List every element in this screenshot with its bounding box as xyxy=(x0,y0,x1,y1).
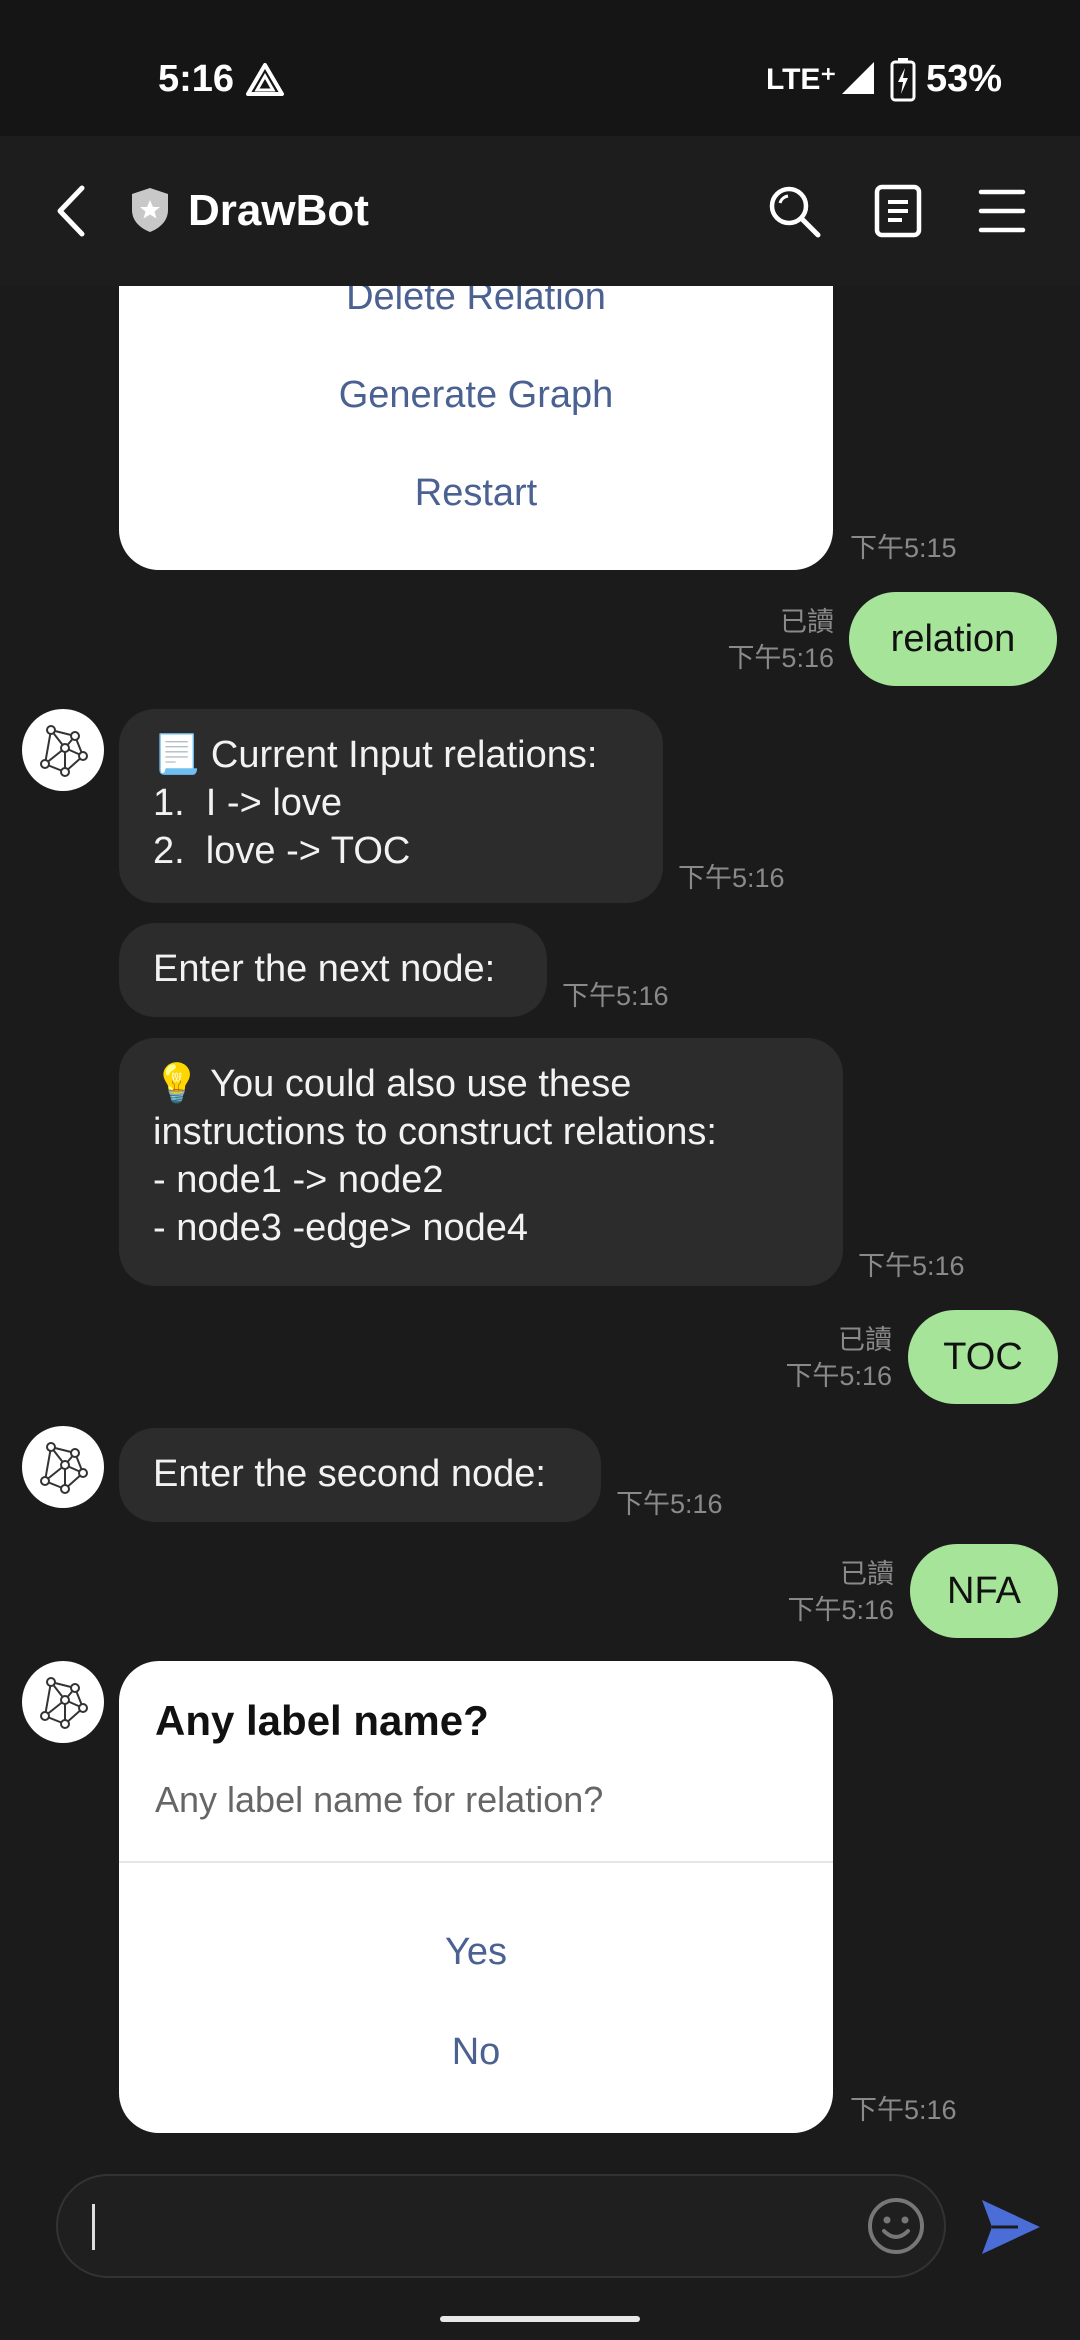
graph-avatar-icon xyxy=(40,1442,88,1494)
menu-icon[interactable] xyxy=(978,188,1026,239)
outgoing-message: NFA xyxy=(910,1544,1058,1638)
menu-card: Delete Relation Generate Graph Restart xyxy=(119,286,833,570)
bot-avatar[interactable] xyxy=(22,1661,104,1743)
timestamp: 下午5:16 xyxy=(678,863,785,893)
incoming-message: Enter the second node: xyxy=(119,1428,601,1522)
delete-relation-button[interactable]: Delete Relation xyxy=(119,286,833,319)
label-prompt-card: Any label name? Any label name for relat… xyxy=(119,1661,833,2133)
bot-avatar[interactable] xyxy=(22,1426,104,1508)
timestamp: 下午5:16 xyxy=(562,981,669,1011)
read-receipt: 已讀 下午5:16 xyxy=(785,1325,892,1391)
home-indicator[interactable] xyxy=(440,2316,640,2322)
card-subtitle: Any label name for relation? xyxy=(155,1779,604,1820)
timestamp: 下午5:16 xyxy=(850,2095,957,2125)
graph-avatar-icon xyxy=(40,725,88,777)
read-receipt: 已讀 下午5:16 xyxy=(727,607,834,673)
incoming-message: 📃 Current Input relations: 1. I -> love … xyxy=(119,709,663,903)
card-title: Any label name? xyxy=(155,1697,489,1744)
bot-avatar[interactable] xyxy=(22,709,104,791)
timestamp: 下午5:16 xyxy=(858,1251,965,1281)
message-input[interactable] xyxy=(56,2174,946,2278)
timestamp: 下午5:15 xyxy=(850,533,957,563)
yes-button[interactable]: Yes xyxy=(119,1931,833,1974)
timestamp: 下午5:16 xyxy=(616,1489,723,1519)
incoming-message: 💡 You could also use these instructions … xyxy=(119,1038,843,1286)
read-receipt: 已讀 下午5:16 xyxy=(787,1559,894,1625)
outgoing-message: relation xyxy=(849,592,1057,686)
chat-title: DrawBot xyxy=(188,186,369,235)
status-time: 5:16 xyxy=(158,58,235,100)
network-type: LTE⁺ xyxy=(766,63,837,96)
drive-icon xyxy=(245,62,285,103)
signal-icon xyxy=(840,60,876,101)
official-shield-icon xyxy=(128,186,172,239)
incoming-message: Enter the next node: xyxy=(119,923,547,1017)
emoji-icon[interactable] xyxy=(866,2196,926,2261)
battery-charging-icon xyxy=(890,58,916,107)
generate-graph-button[interactable]: Generate Graph xyxy=(119,374,833,417)
notes-icon[interactable] xyxy=(874,184,922,243)
graph-avatar-icon xyxy=(40,1677,88,1729)
search-icon[interactable] xyxy=(766,183,822,244)
back-icon[interactable] xyxy=(54,184,88,243)
chat-area[interactable]: Delete Relation Generate Graph Restart 下… xyxy=(0,286,1080,2154)
restart-button[interactable]: Restart xyxy=(119,472,833,515)
card-divider xyxy=(119,1861,833,1863)
outgoing-message: TOC xyxy=(908,1310,1058,1404)
send-icon[interactable] xyxy=(978,2196,1044,2263)
battery-percentage: 53% xyxy=(926,58,1003,100)
no-button[interactable]: No xyxy=(119,2031,833,2074)
text-cursor xyxy=(92,2204,95,2250)
